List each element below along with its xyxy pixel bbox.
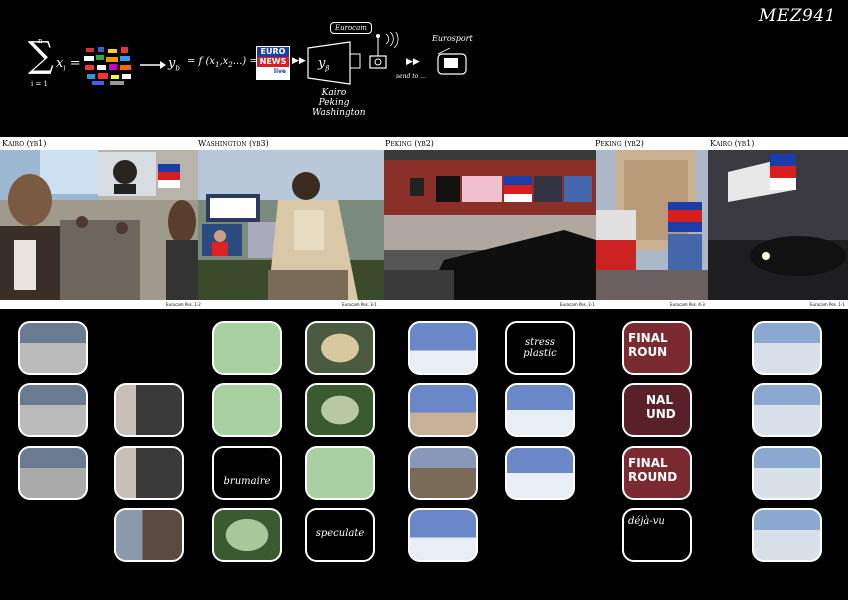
- tv-thumb-21: [752, 446, 822, 500]
- strip-footer-4: Eurocam Pos. 4-3: [670, 302, 705, 307]
- tv-final-round-3: FINAL ROUND: [622, 446, 692, 500]
- transform-box-icon: [307, 41, 361, 85]
- photo-peking-screens: [384, 150, 596, 300]
- tv-word-stress-plastic: stress plastic: [505, 321, 575, 375]
- tv-thumb-17: [505, 383, 575, 437]
- tv-thumb-11: [305, 383, 375, 437]
- double-arrow-icon-2: ▶▶: [406, 57, 420, 67]
- tv-thumb-4: [114, 383, 184, 437]
- strip-footer-5: Eurocam Pos. 1-1: [810, 302, 845, 307]
- tv-thumb-16: [408, 508, 478, 562]
- tv-final-round-1: FINAL ROUN: [622, 321, 692, 375]
- tv-thumb-12: [305, 446, 375, 500]
- x-term: xi =: [56, 56, 81, 73]
- tv-thumb-13: [408, 321, 478, 375]
- tv-thumb-20: [752, 383, 822, 437]
- strip-label-washington: Washington (yb3): [198, 139, 269, 148]
- tv-thumb-2: [18, 383, 88, 437]
- tv-thumb-15: [408, 446, 478, 500]
- tv-word-speculate: speculate: [305, 508, 375, 562]
- photo-peking-bus: [596, 150, 708, 300]
- tv-thumb-22: [752, 508, 822, 562]
- double-arrow-icon: ▶▶: [292, 56, 306, 66]
- y-b-term: yb: [168, 56, 180, 73]
- tv-thumb-19: [752, 321, 822, 375]
- send-to-label: send to ...: [396, 73, 426, 80]
- strip-label-kairo-2: Kairo (yb1): [710, 139, 755, 148]
- camera-icon: [369, 32, 399, 69]
- sum-lower: i = 1: [31, 80, 49, 88]
- strip-footer-2: Eurocam Pos. 3-1: [342, 302, 377, 307]
- tv-icon: [437, 48, 467, 75]
- sum-upper: n: [38, 37, 43, 45]
- photo-washington-man: [198, 150, 384, 300]
- tv-thumb-5: [114, 446, 184, 500]
- strip-footer-3: Eurocam Pos. 2-1: [560, 302, 595, 307]
- channel-logos-mosaic: [84, 47, 131, 85]
- tv-thumb-10: [305, 321, 375, 375]
- y-beta-term: yβ: [318, 56, 330, 73]
- strip-label-peking-1: Peking (yb2): [385, 139, 434, 148]
- tv-thumb-6: [114, 508, 184, 562]
- tv-thumb-14: [408, 383, 478, 437]
- function-term: = f (x1,x2...) =: [187, 56, 258, 69]
- tv-word-brumaire: brumaire: [212, 446, 282, 500]
- tv-thumb-8: [212, 383, 282, 437]
- strip-label-kairo-1: Kairo (yb1): [2, 139, 47, 148]
- tv-final-round-2: NAL UND: [622, 383, 692, 437]
- city-list: Kairo Peking Washington: [312, 88, 366, 118]
- tv-thumb-18: [505, 446, 575, 500]
- strip-label-peking-2: Peking (yb2): [595, 139, 644, 148]
- brand-title: MEZ941: [758, 6, 836, 26]
- arrow-icon: [140, 61, 166, 69]
- tv-thumb-1: [18, 321, 88, 375]
- eurosport-label: Eurosport: [432, 34, 473, 43]
- tv-word-deja-vu: déjà-vu: [622, 508, 692, 562]
- tv-thumb-7: [212, 321, 282, 375]
- euronews-logo: EURO NEWS live: [256, 46, 290, 80]
- photo-kairo-night: [708, 150, 848, 300]
- strip-footer-1: Eurocam Pos. 1-2: [166, 302, 201, 307]
- photo-kairo-crowd: [0, 150, 198, 300]
- tv-thumb-3: [18, 446, 88, 500]
- tv-thumb-9: [212, 508, 282, 562]
